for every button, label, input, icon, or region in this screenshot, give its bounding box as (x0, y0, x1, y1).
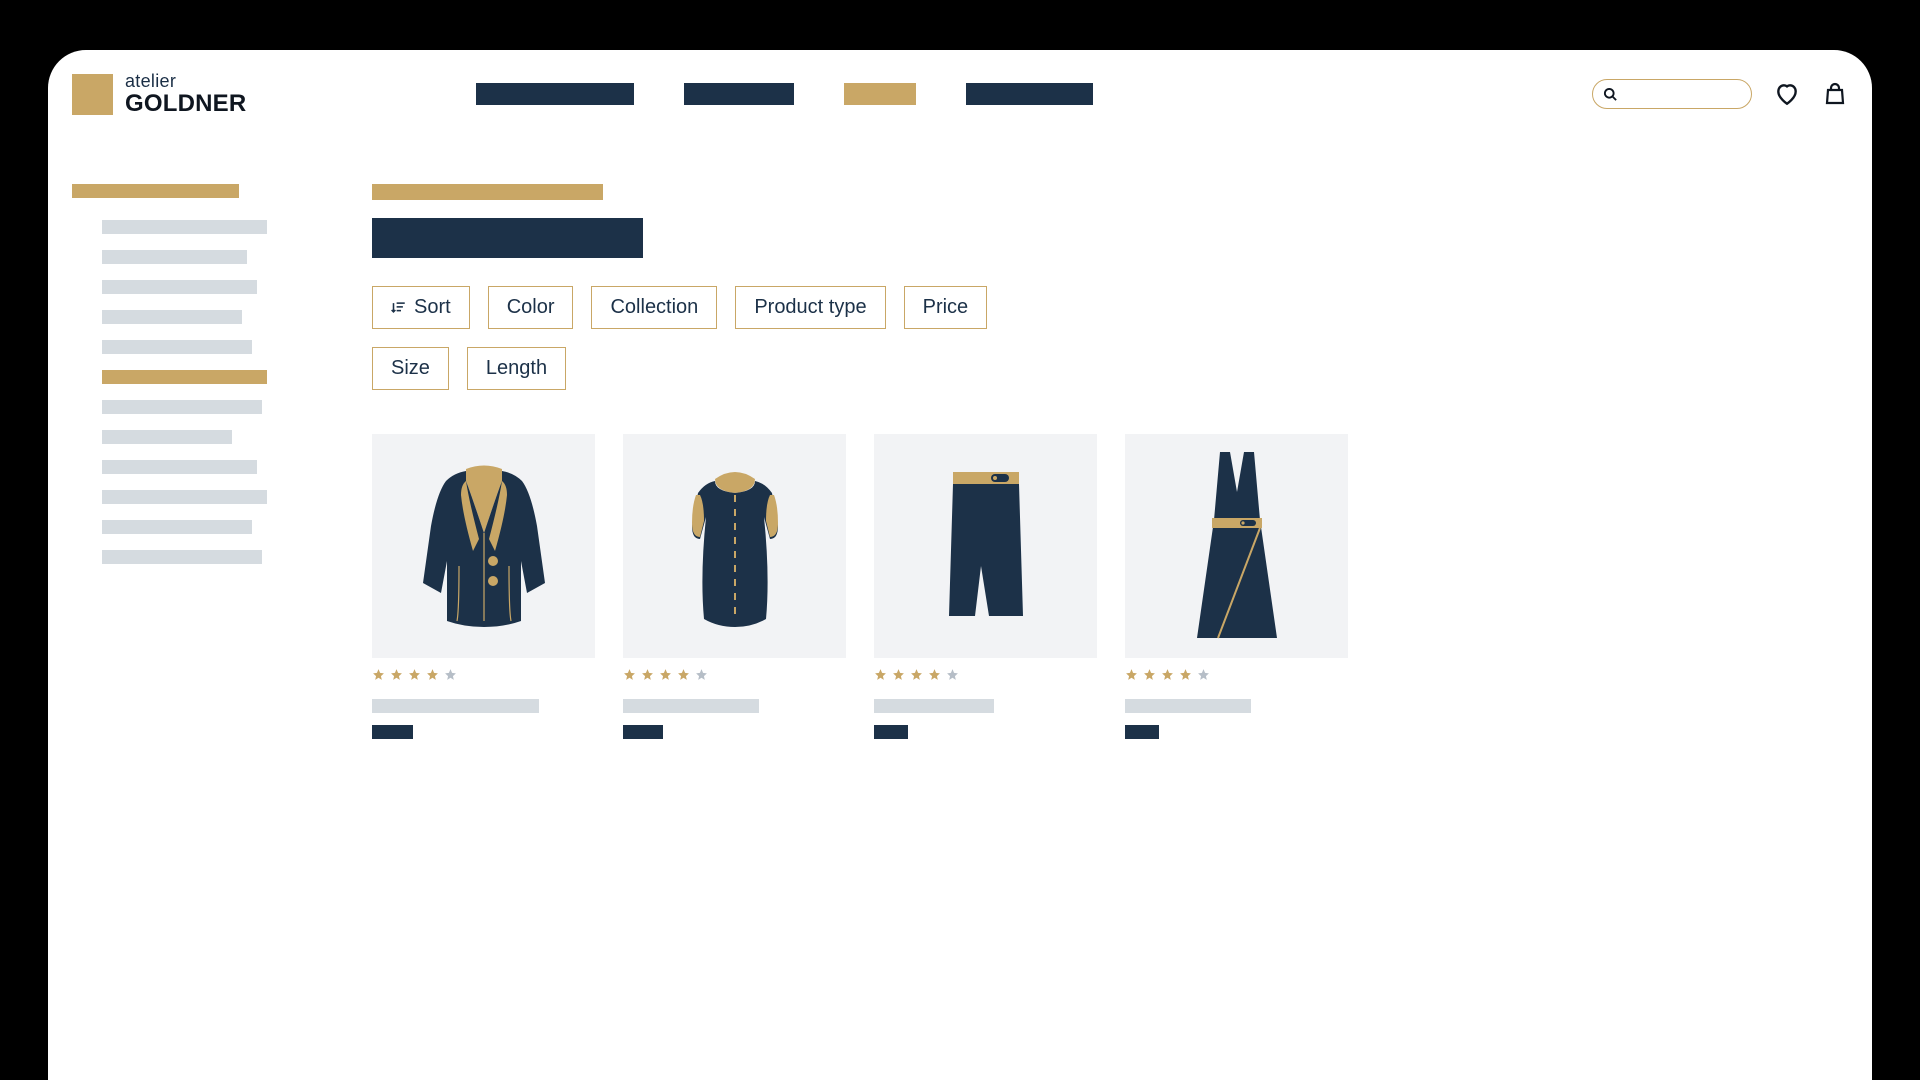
sidebar-category-header[interactable] (72, 184, 239, 198)
product-name (372, 699, 539, 713)
sidebar-item-active[interactable] (102, 370, 267, 384)
dress-icon (1182, 446, 1292, 646)
sidebar-item[interactable] (102, 400, 262, 414)
sort-icon (391, 300, 406, 315)
product-card-blouse[interactable] (623, 434, 846, 739)
rating-stars (372, 668, 595, 681)
sidebar (72, 184, 272, 739)
filter-size[interactable]: Size (372, 347, 449, 390)
main-nav (476, 83, 1093, 105)
page-title (372, 218, 643, 258)
product-image (874, 434, 1097, 658)
nav-item-3-active[interactable] (844, 83, 916, 105)
sidebar-item[interactable] (102, 430, 232, 444)
content: Sort Color Collection Product type Price… (48, 116, 1872, 739)
product-price (874, 725, 908, 739)
wishlist-icon[interactable] (1774, 81, 1800, 107)
search-icon (1603, 87, 1618, 102)
nav-item-2[interactable] (684, 83, 794, 105)
product-price (372, 725, 413, 739)
product-name (1125, 699, 1251, 713)
filter-product-type[interactable]: Product type (735, 286, 885, 329)
sidebar-item[interactable] (102, 310, 242, 324)
sidebar-item[interactable] (102, 460, 257, 474)
sidebar-item[interactable] (102, 220, 267, 234)
sidebar-item[interactable] (102, 520, 252, 534)
rating-stars (623, 668, 846, 681)
header: atelier GOLDNER (48, 50, 1872, 116)
product-price (1125, 725, 1159, 739)
product-card-dress[interactable] (1125, 434, 1348, 739)
product-card-blazer[interactable] (372, 434, 595, 739)
sort-button[interactable]: Sort (372, 286, 470, 329)
product-name (623, 699, 759, 713)
breadcrumb (372, 184, 603, 200)
filter-length[interactable]: Length (467, 347, 566, 390)
filters: Sort Color Collection Product type Price… (372, 286, 1012, 390)
filter-price[interactable]: Price (904, 286, 988, 329)
logo-atelier: atelier (125, 72, 246, 91)
logo[interactable]: atelier GOLDNER (72, 72, 246, 116)
product-image (372, 434, 595, 658)
product-grid (372, 434, 1848, 739)
logo-square-icon (72, 74, 113, 115)
filter-collection[interactable]: Collection (591, 286, 717, 329)
product-name (874, 699, 994, 713)
sort-label: Sort (414, 296, 451, 319)
blazer-icon (419, 461, 549, 631)
main: Sort Color Collection Product type Price… (372, 184, 1848, 739)
sidebar-item[interactable] (102, 550, 262, 564)
sidebar-item[interactable] (102, 490, 267, 504)
logo-goldner: GOLDNER (125, 91, 246, 116)
app-window: atelier GOLDNER (48, 50, 1872, 1080)
header-right (1592, 79, 1848, 109)
skirt-icon (931, 466, 1041, 626)
nav-item-4[interactable] (966, 83, 1093, 105)
logo-text: atelier GOLDNER (125, 72, 246, 116)
product-image (1125, 434, 1348, 658)
sidebar-item[interactable] (102, 280, 257, 294)
blouse-icon (670, 461, 800, 631)
rating-stars (874, 668, 1097, 681)
product-image (623, 434, 846, 658)
filter-color[interactable]: Color (488, 286, 574, 329)
nav-item-1[interactable] (476, 83, 634, 105)
product-price (623, 725, 663, 739)
search-input[interactable] (1592, 79, 1752, 109)
product-card-skirt[interactable] (874, 434, 1097, 739)
sidebar-item[interactable] (102, 340, 252, 354)
sidebar-item[interactable] (102, 250, 247, 264)
bag-icon[interactable] (1822, 81, 1848, 107)
rating-stars (1125, 668, 1348, 681)
